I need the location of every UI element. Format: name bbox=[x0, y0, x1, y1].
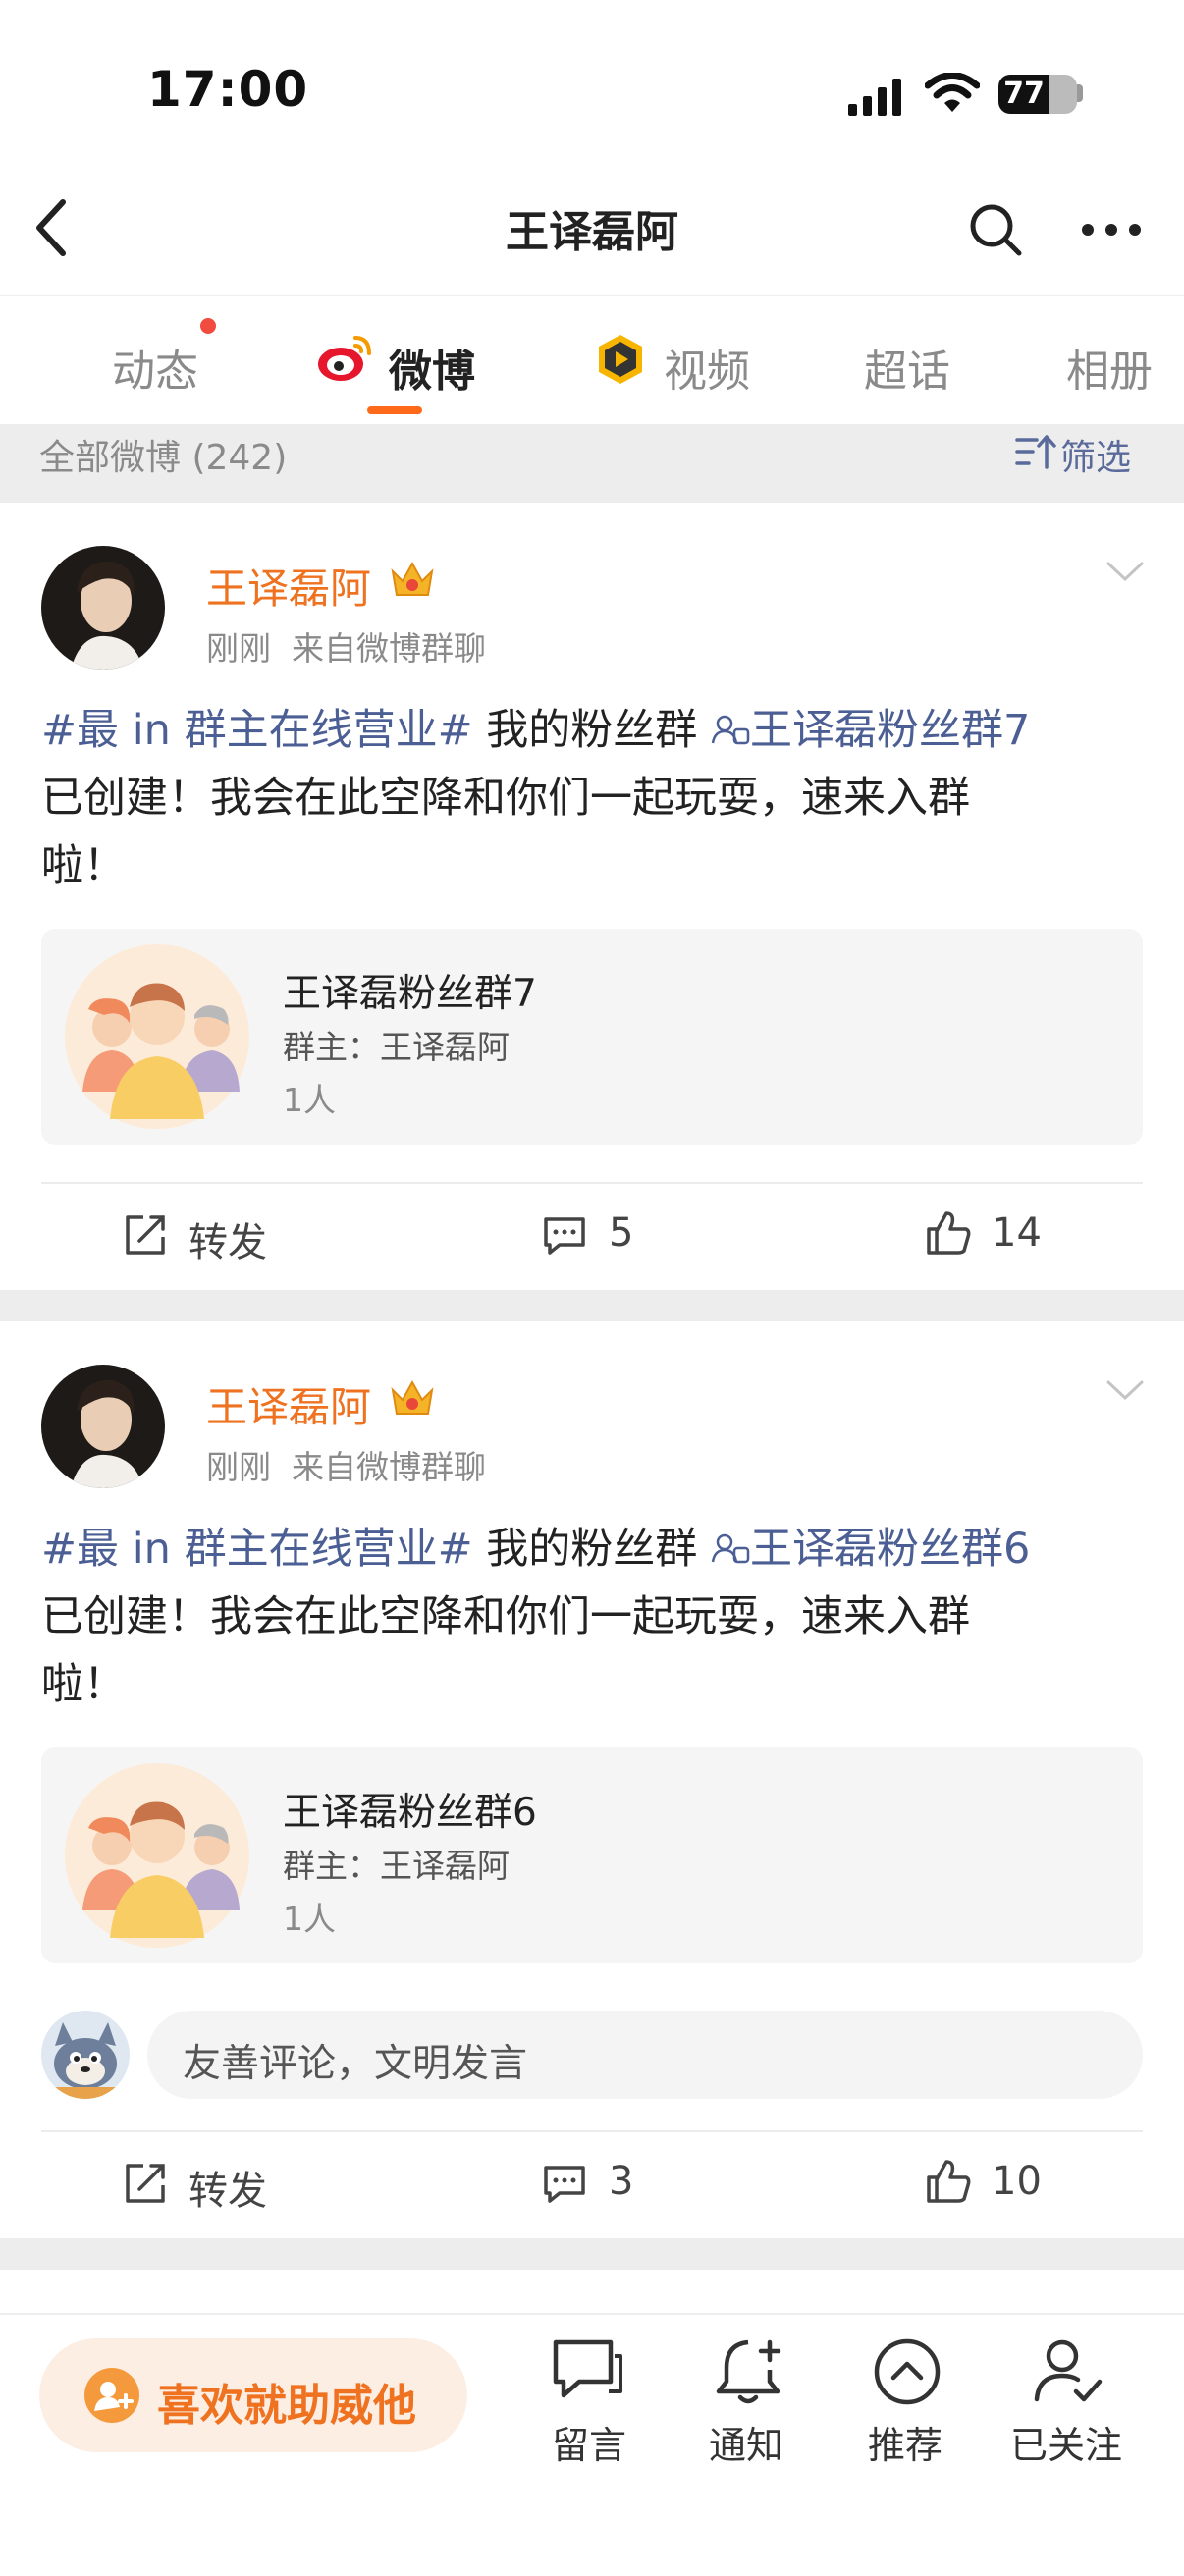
group-card-owner: 群主：王译磊阿 bbox=[283, 1028, 510, 1066]
repost-icon[interactable] bbox=[124, 1213, 167, 1257]
comment-placeholder: 友善评论，文明发言 bbox=[183, 2042, 528, 2086]
header-divider bbox=[0, 295, 1184, 296]
like-count[interactable]: 14 bbox=[992, 1210, 1042, 1256]
repost-icon[interactable] bbox=[124, 2162, 167, 2205]
comment-count[interactable]: 3 bbox=[609, 2159, 633, 2204]
filter-icon[interactable] bbox=[1015, 432, 1056, 471]
group-card-members: 1人 bbox=[283, 1900, 336, 1938]
post-body: #最 in 群主在线营业# 我的粉丝群 王译磊粉丝群7 已创建！我会在此空降和你… bbox=[41, 706, 1031, 890]
group-card-members: 1人 bbox=[283, 1081, 336, 1119]
chevron-down-icon[interactable] bbox=[1105, 560, 1145, 583]
tab-video[interactable]: 视频 bbox=[664, 336, 750, 399]
bell-plus-icon[interactable] bbox=[713, 2336, 787, 2407]
status-time: 17:00 bbox=[147, 61, 309, 118]
avatar[interactable] bbox=[41, 1365, 165, 1488]
tab-dynamics[interactable]: 动态 bbox=[112, 336, 198, 399]
tab-supertopic[interactable]: 超话 bbox=[864, 336, 950, 399]
video-icon bbox=[599, 335, 642, 384]
comment-icon[interactable] bbox=[542, 2164, 587, 2205]
topic-link[interactable]: #最 in 群主在线营业# bbox=[41, 706, 473, 755]
bottom-item-recommend[interactable]: 推荐 bbox=[836, 2415, 974, 2469]
group-card-title: 王译磊粉丝群6 bbox=[283, 1791, 537, 1835]
wifi-icon bbox=[925, 73, 980, 112]
user-check-icon[interactable] bbox=[1031, 2336, 1105, 2407]
bottom-item-following[interactable]: 已关注 bbox=[997, 2415, 1135, 2469]
group-chat-icon bbox=[711, 1533, 750, 1564]
post-source: 来自微博群聊 bbox=[291, 629, 486, 668]
group-link[interactable]: 王译磊粉丝群7 bbox=[711, 706, 1030, 755]
comment-count[interactable]: 5 bbox=[609, 1210, 633, 1256]
author-name[interactable]: 王译磊阿 bbox=[206, 1374, 371, 1434]
group-card-owner: 群主：王译磊阿 bbox=[283, 1847, 510, 1885]
weibo-count: 全部微博 (242) bbox=[39, 438, 288, 478]
post-separator bbox=[0, 1290, 1184, 1321]
group-chat-icon bbox=[711, 715, 750, 745]
crown-icon bbox=[391, 561, 434, 596]
bottom-item-notify[interactable]: 通知 bbox=[677, 2415, 815, 2469]
group-card-title: 王译磊粉丝群7 bbox=[283, 972, 537, 1016]
tab-weibo[interactable]: 微博 bbox=[389, 336, 475, 399]
filter-button[interactable]: 筛选 bbox=[1060, 429, 1131, 480]
author-name[interactable]: 王译磊阿 bbox=[206, 556, 371, 616]
post-time: 刚刚 bbox=[206, 629, 271, 668]
topic-link[interactable]: #最 in 群主在线营业# bbox=[41, 1525, 473, 1574]
battery-indicator: 77 bbox=[998, 75, 1049, 114]
search-icon[interactable] bbox=[968, 202, 1023, 257]
chevron-up-circle-icon[interactable] bbox=[872, 2336, 942, 2407]
weibo-icon bbox=[318, 336, 371, 381]
repost-button[interactable]: 转发 bbox=[188, 2159, 267, 2216]
post-time: 刚刚 bbox=[206, 1448, 271, 1486]
chevron-down-icon[interactable] bbox=[1105, 1378, 1145, 1402]
message-icon[interactable] bbox=[550, 2336, 624, 2405]
cheer-icon bbox=[84, 2368, 139, 2423]
tab-album[interactable]: 相册 bbox=[1066, 336, 1153, 399]
more-icon[interactable] bbox=[1080, 220, 1143, 240]
group-link[interactable]: 王译磊粉丝群6 bbox=[711, 1525, 1030, 1574]
post-body: #最 in 群主在线营业# 我的粉丝群 王译磊粉丝群6 已创建！我会在此空降和你… bbox=[41, 1525, 1031, 1709]
my-avatar bbox=[41, 2011, 130, 2099]
repost-button[interactable]: 转发 bbox=[188, 1210, 267, 1267]
bottom-item-message[interactable]: 留言 bbox=[520, 2415, 658, 2469]
battery-empty-part bbox=[1049, 75, 1077, 114]
avatar[interactable] bbox=[41, 546, 165, 670]
like-icon[interactable] bbox=[925, 1209, 972, 1257]
comment-icon[interactable] bbox=[542, 1215, 587, 1257]
like-icon[interactable] bbox=[925, 2158, 972, 2205]
group-avatar-icon bbox=[65, 944, 249, 1129]
like-count[interactable]: 10 bbox=[992, 2159, 1042, 2204]
tab-notification-dot bbox=[200, 318, 216, 334]
post-source: 来自微博群聊 bbox=[291, 1448, 486, 1486]
support-label[interactable]: 喜欢就助威他 bbox=[157, 2370, 416, 2433]
group-avatar-icon bbox=[65, 1763, 249, 1948]
post-divider bbox=[41, 2130, 1143, 2132]
crown-icon bbox=[391, 1379, 434, 1415]
post-separator bbox=[0, 2238, 1184, 2270]
active-tab-indicator bbox=[367, 406, 422, 414]
signal-icon bbox=[848, 79, 901, 116]
battery-cap bbox=[1077, 84, 1083, 102]
post-divider bbox=[41, 1182, 1143, 1184]
